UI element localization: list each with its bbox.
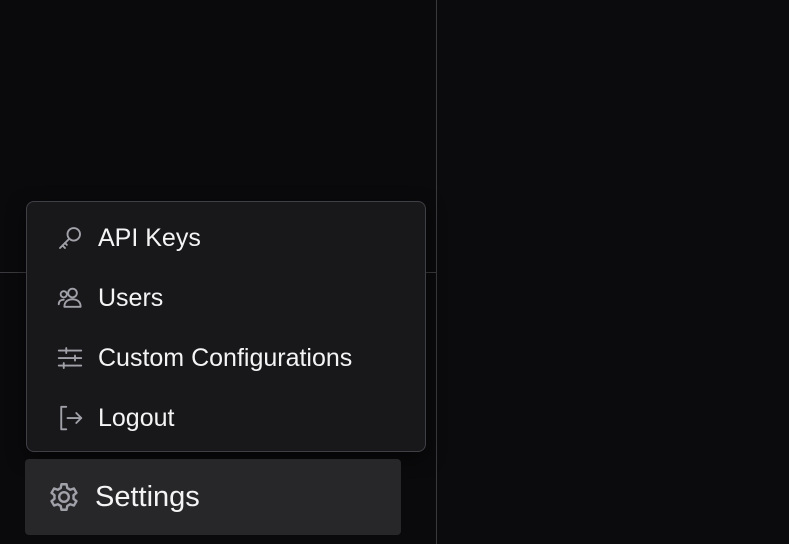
menu-item-logout[interactable]: Logout bbox=[27, 388, 425, 448]
menu-item-label: Custom Configurations bbox=[98, 343, 353, 372]
menu-item-label: Users bbox=[98, 283, 164, 312]
users-icon bbox=[54, 282, 86, 314]
menu-item-users[interactable]: Users bbox=[27, 268, 425, 328]
menu-item-api-keys[interactable]: API Keys bbox=[27, 208, 425, 268]
menu-item-label: Logout bbox=[98, 403, 175, 432]
settings-button[interactable]: Settings bbox=[25, 459, 401, 535]
right-pane bbox=[437, 0, 789, 544]
app-canvas: API Keys Users Custom Configurations Log… bbox=[0, 0, 789, 544]
key-icon bbox=[54, 222, 86, 254]
settings-label: Settings bbox=[95, 480, 200, 513]
vertical-divider bbox=[436, 0, 437, 544]
sliders-icon bbox=[54, 342, 86, 374]
settings-popup-menu: API Keys Users Custom Configurations Log… bbox=[26, 201, 426, 452]
menu-item-label: API Keys bbox=[98, 223, 201, 252]
gear-icon bbox=[45, 478, 83, 516]
menu-item-custom-configurations[interactable]: Custom Configurations bbox=[27, 328, 425, 388]
logout-icon bbox=[54, 402, 86, 434]
